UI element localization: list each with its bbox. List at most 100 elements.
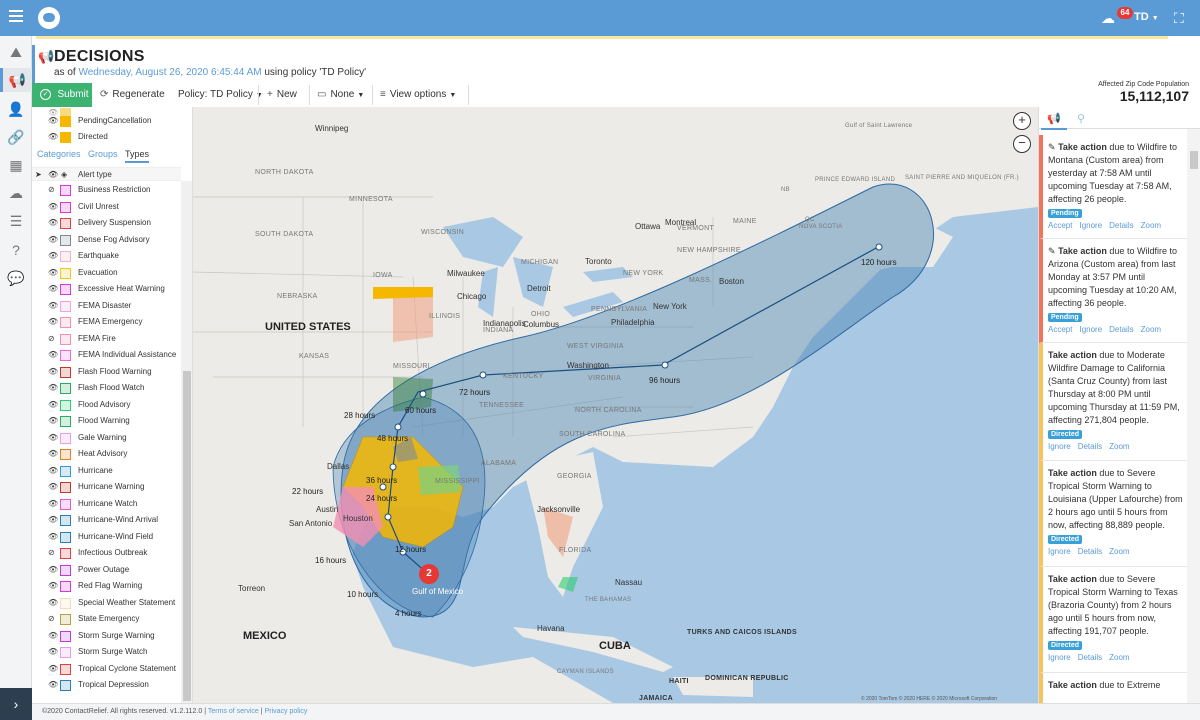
tab-groups[interactable]: Groups [88,149,118,159]
status-item[interactable]: 👁 PendingCancellation [32,113,181,129]
logo[interactable] [38,7,60,29]
eye-icon[interactable]: 👁 [48,248,58,264]
status-item[interactable]: 👁 Directed [32,129,181,145]
decisions-icon[interactable]: 📢 [0,68,32,92]
eye-icon[interactable]: 👁 [48,199,58,215]
action-details[interactable]: Details [1109,325,1133,334]
action-ignore[interactable]: Ignore [1048,547,1071,556]
action-zoom[interactable]: Zoom [1141,325,1161,334]
type-item[interactable]: 👁 Hurricane Watch [32,496,181,512]
eye-icon[interactable]: 👁 [48,265,58,281]
type-item[interactable]: 👁 Flood Warning [32,413,181,429]
zoom-out-button[interactable]: − [1013,135,1031,153]
action-details[interactable]: Details [1078,653,1102,662]
panel-scrollbar[interactable] [181,181,192,703]
action-zoom[interactable]: Zoom [1109,653,1129,662]
type-item[interactable]: 👁 Tropical Depression [32,677,181,693]
eye-icon[interactable]: ⊘ [48,545,55,561]
decision-card[interactable]: Take action due to Severe Tropical Storm… [1039,461,1187,567]
help-icon[interactable]: ? [6,240,26,260]
eye-icon[interactable]: 👁 [48,413,58,429]
alerts-rail-icon[interactable]: ☁ [6,183,26,203]
eye-icon[interactable]: 👁 [48,578,58,594]
action-zoom[interactable]: Zoom [1141,221,1161,230]
action-details[interactable]: Details [1078,442,1102,451]
type-item[interactable]: 👁 Delivery Suspension [32,215,181,231]
eye-icon[interactable]: ⊘ [48,331,55,347]
eye-icon[interactable]: 👁 [48,677,58,693]
eye-icon[interactable]: 👁 [48,113,58,129]
expand-rail-button[interactable]: › [0,688,32,720]
view-options-dropdown[interactable]: ≡ View options ▼ [380,83,456,107]
action-accept[interactable]: Accept [1048,325,1072,334]
type-item[interactable]: ⊘ FEMA Fire [32,331,181,347]
type-item[interactable]: 👁 Flash Flood Watch [32,380,181,396]
regenerate-button[interactable]: ⟳ Regenerate [100,83,165,107]
action-accept[interactable]: Accept [1048,221,1072,230]
eye-icon[interactable]: 👁 [48,380,58,396]
action-ignore[interactable]: Ignore [1079,221,1102,230]
eye-icon[interactable]: 👁 [48,628,58,644]
decision-card[interactable]: Take action due to Severe Tropical Storm… [1039,567,1187,673]
eye-icon[interactable]: 👁 [48,661,58,677]
eye-icon[interactable]: ⊘ [48,611,55,627]
type-item[interactable]: ⊘ State Emergency [32,611,181,627]
menu-icon[interactable] [9,10,23,24]
fullscreen-icon[interactable]: ⛶ [1174,10,1190,26]
eye-icon[interactable]: 👁 [48,463,58,479]
type-item[interactable]: 👁 Special Weather Statement [32,595,181,611]
type-item[interactable]: 👁 Hurricane-Wind Field [32,529,181,545]
eye-icon[interactable]: 👁 [48,595,58,611]
alerts-icon[interactable]: ☁ [1099,9,1117,27]
type-item[interactable]: 👁 Hurricane [32,463,181,479]
type-item[interactable]: 👁 Flash Flood Warning [32,364,181,380]
eye-icon[interactable]: 👁 [48,129,58,145]
action-ignore[interactable]: Ignore [1048,442,1071,451]
type-item[interactable]: 👁 Dense Fog Advisory [32,232,181,248]
decision-card[interactable]: Take action due to Extreme [1039,673,1187,703]
eye-icon[interactable]: 👁 [48,314,58,330]
eye-icon[interactable]: 👁 [48,364,58,380]
eye-icon[interactable]: ⊘ [48,182,55,198]
type-item[interactable]: 👁 Power Outage [32,562,181,578]
locate-icon[interactable]: ➤ [35,168,42,182]
type-item[interactable]: 👁 FEMA Individual Assistance [32,347,181,363]
submit-button[interactable]: ✓ Submit [32,83,92,107]
eye-icon[interactable]: 👁 [48,430,58,446]
type-item[interactable]: 👁 Hurricane-Wind Arrival [32,512,181,528]
type-item[interactable]: 👁 Earthquake [32,248,181,264]
eye-icon[interactable]: 👁 [48,644,58,660]
action-details[interactable]: Details [1078,547,1102,556]
user-menu[interactable]: TD ▼ [1134,11,1159,23]
eye-icon[interactable]: 👁 [48,281,58,297]
none-dropdown[interactable]: ▭ None ▼ [317,83,364,107]
type-item[interactable]: 👁 Evacuation [32,265,181,281]
privacy-link[interactable]: Privacy policy [265,708,308,715]
type-item[interactable]: ⊘ Business Restriction [32,182,181,198]
action-zoom[interactable]: Zoom [1109,442,1129,451]
action-details[interactable]: Details [1109,221,1133,230]
map-view[interactable]: UNITED STATES MEXICO CUBA NORTH DAKOTA MI… [193,107,1038,703]
zoom-in-button[interactable]: + [1013,112,1031,130]
eye-icon[interactable]: 👁 [48,446,58,462]
type-item[interactable]: ⊘ Infectious Outbreak [32,545,181,561]
type-item[interactable]: 👁 Gale Warning [32,430,181,446]
dashboard-icon[interactable]: ⛰ [6,42,26,62]
decision-card[interactable]: Take action due to Moderate Wildfire Dam… [1039,343,1187,461]
decision-card[interactable]: ✎ Take action due to Wildfire to Montana… [1039,135,1187,239]
type-item[interactable]: 👁 Civil Unrest [32,199,181,215]
eye-icon[interactable]: 👁 [48,168,58,182]
as-of-date[interactable]: Wednesday, August 26, 2020 6:45:44 AM [78,67,261,78]
eye-icon[interactable]: 👁 [48,397,58,413]
tab-categories[interactable]: Categories [37,149,81,159]
pencil-icon[interactable]: ✎ [1048,246,1056,256]
eye-icon[interactable]: 👁 [48,562,58,578]
tab-locations[interactable]: ⚲ [1077,112,1085,125]
type-item[interactable]: 👁 Storm Surge Watch [32,644,181,660]
eye-icon[interactable]: 👁 [48,529,58,545]
type-item[interactable]: 👁 Heat Advisory [32,446,181,462]
decision-scrollbar[interactable] [1187,129,1200,703]
eye-icon[interactable]: 👁 [48,232,58,248]
type-item[interactable]: 👁 Red Flag Warning [32,578,181,594]
action-ignore[interactable]: Ignore [1048,653,1071,662]
